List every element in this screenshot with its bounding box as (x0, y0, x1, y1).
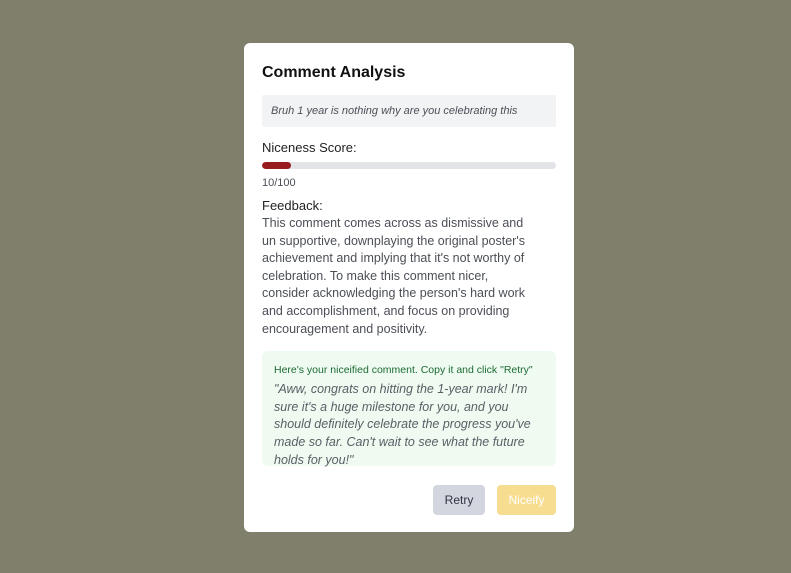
niceness-score-bar (262, 162, 556, 169)
feedback-label: Feedback: (262, 198, 323, 213)
dialog-title: Comment Analysis (262, 64, 406, 81)
comment-analysis-dialog: Comment Analysis Bruh 1 year is nothing … (244, 43, 574, 532)
niceified-comment-box: Here's your niceified comment. Copy it a… (262, 351, 556, 467)
niceness-score-label: Niceness Score: (262, 140, 357, 155)
feedback-text: This comment comes across as dismissive … (262, 216, 525, 336)
niceified-comment-header: Here's your niceified comment. Copy it a… (274, 364, 533, 377)
niceify-button[interactable]: Niceify (497, 485, 556, 515)
niceified-comment-text: "Aww, congrats on hitting the 1-year mar… (274, 382, 531, 467)
retry-button[interactable]: Retry (433, 485, 485, 515)
dialog-actions: Retry Niceify (433, 485, 556, 515)
original-comment-box: Bruh 1 year is nothing why are you celeb… (262, 95, 556, 127)
original-comment-text: Bruh 1 year is nothing why are you celeb… (271, 105, 518, 117)
niceness-score-value: 10/100 (262, 177, 296, 189)
niceness-score-bar-fill (262, 162, 292, 169)
